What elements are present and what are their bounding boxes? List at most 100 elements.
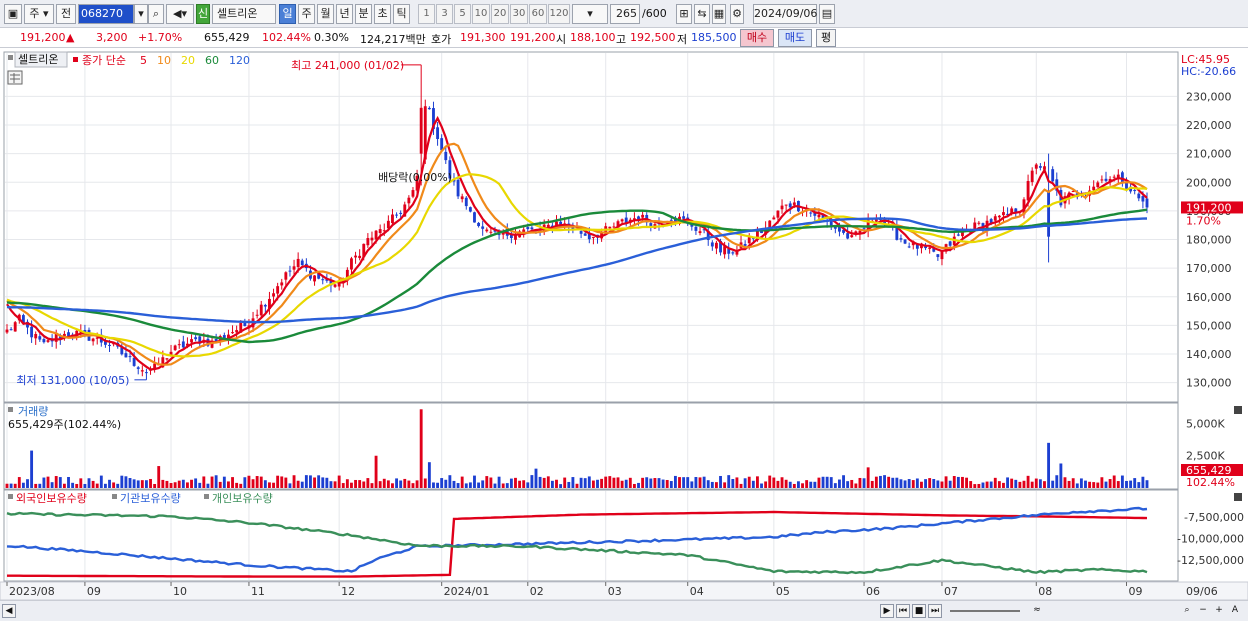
period-tab-6[interactable]: 틱 — [393, 4, 410, 24]
stop-icon[interactable]: ■ — [912, 604, 926, 618]
prev-button[interactable]: 전 — [56, 4, 76, 24]
holdings-legend-square-icon — [204, 494, 209, 499]
stock-name-field[interactable]: 셀트리온 — [212, 4, 276, 24]
volume-bar — [862, 478, 866, 488]
auto-scale-icon[interactable]: A — [1228, 604, 1242, 618]
volume-bar — [194, 478, 198, 488]
volume-bar — [518, 480, 522, 488]
period-tab-5[interactable]: 초 — [374, 4, 391, 24]
number-button-3[interactable]: 3 — [436, 4, 453, 24]
dividend-annotation: 배당락(0.00%) — [378, 171, 452, 184]
buy-button[interactable]: 매수 — [740, 29, 774, 47]
number-button-1[interactable]: 1 — [418, 4, 435, 24]
candle-body — [1112, 176, 1116, 178]
volume-bar — [210, 476, 214, 488]
chart-scrollbar[interactable]: ◀ ▶ ⏮ ■ ⏭ ≈ ⌕ − + A — [0, 600, 1248, 621]
stock-code-input[interactable]: 068270 — [78, 4, 134, 24]
candle-body — [366, 238, 370, 246]
x-tick-label: 08 — [1038, 585, 1052, 598]
date-input[interactable]: 2024/09/06 — [753, 4, 817, 24]
volume-bar — [846, 481, 850, 488]
chart-tool-icon[interactable]: ⊞ — [676, 4, 692, 24]
fast-forward-icon[interactable]: ⏭ — [928, 604, 942, 618]
volume-bar — [505, 483, 509, 488]
count-input[interactable]: 265 — [610, 4, 640, 24]
volume-bar — [538, 476, 542, 488]
volume-bar — [124, 476, 128, 488]
holdings-close-icon[interactable] — [1234, 493, 1242, 501]
volume-bar — [296, 480, 300, 488]
scroll-right-icon[interactable]: ▶ — [880, 604, 894, 618]
x-tick-label: 02 — [530, 585, 544, 598]
volume-bar — [13, 483, 17, 488]
stock-chart[interactable]: 130,000 140,000 150,000 160,000 170,000 180,0… — [0, 50, 1248, 601]
candle-body — [378, 229, 382, 234]
interval-select[interactable]: ▾ — [572, 4, 608, 24]
rewind-icon[interactable]: ⏮ — [896, 604, 910, 618]
volume-bar — [1063, 477, 1067, 488]
table-icon[interactable] — [7, 70, 23, 85]
period-tab-2[interactable]: 월 — [317, 4, 334, 24]
volume-bar — [321, 477, 325, 488]
volume-bar — [756, 476, 759, 488]
menu-icon[interactable]: ▣ — [4, 4, 22, 24]
candle-body — [1092, 186, 1096, 191]
volume-bar — [128, 478, 132, 488]
volume-bar — [542, 477, 546, 488]
save-icon[interactable]: ▦ — [712, 4, 726, 24]
market-type-select[interactable]: 주 ▾ — [24, 4, 54, 24]
candle-body — [530, 227, 534, 230]
number-button-20[interactable]: 20 — [491, 4, 509, 24]
number-button-120[interactable]: 120 — [548, 4, 570, 24]
period-tab-1[interactable]: 주 — [298, 4, 315, 24]
zoom-slider[interactable] — [950, 610, 1020, 612]
volume-bar — [829, 477, 833, 488]
number-button-60[interactable]: 60 — [529, 4, 547, 24]
volume-bar — [362, 481, 366, 488]
volume-bar — [239, 483, 243, 488]
volume-bar — [300, 481, 304, 488]
volume-bar — [1096, 482, 1100, 488]
scroll-left-icon[interactable]: ◀ — [2, 604, 16, 618]
code-dropdown-icon[interactable]: ▾ — [134, 4, 148, 24]
speaker-icon[interactable]: ◀▾ — [166, 4, 194, 24]
eval-button[interactable]: 평 — [816, 29, 836, 47]
zoom-out-icon[interactable]: − — [1196, 604, 1210, 618]
period-tab-0[interactable]: 일 — [279, 4, 296, 24]
candle-body — [846, 233, 850, 239]
period-tab-4[interactable]: 분 — [355, 4, 372, 24]
number-button-30[interactable]: 30 — [510, 4, 528, 24]
x-tick-label: 10 — [173, 585, 187, 598]
zoom-search-icon[interactable]: ⌕ — [1180, 604, 1194, 618]
number-button-5[interactable]: 5 — [454, 4, 471, 24]
search-icon[interactable]: ⌕ — [148, 4, 164, 24]
period-tab-3[interactable]: 년 — [336, 4, 353, 24]
candle-body — [108, 344, 111, 346]
compare-icon[interactable]: ⇆ — [694, 4, 710, 24]
draw-tool-icon[interactable]: ≈ — [1030, 604, 1044, 618]
volume-bar — [71, 482, 75, 488]
volume-bar — [1038, 479, 1042, 488]
candle-body — [255, 314, 259, 316]
candle-body — [136, 367, 140, 369]
candle-body — [784, 204, 788, 206]
volume-bar — [825, 476, 829, 488]
number-button-10[interactable]: 10 — [472, 4, 490, 24]
volume-bar — [440, 478, 444, 488]
open-label: 시 — [556, 33, 567, 46]
candle-body — [194, 337, 198, 340]
volume-bar — [686, 477, 690, 488]
candle-body — [263, 304, 267, 307]
volume-close-icon[interactable] — [1234, 406, 1242, 414]
sell-button[interactable]: 매도 — [778, 29, 812, 47]
hc-value: HC:-20.66 — [1181, 65, 1236, 78]
candle-body — [526, 227, 530, 230]
price-tick-label: 180,000 — [1186, 234, 1232, 247]
calendar-icon[interactable]: ▤ — [819, 4, 835, 24]
volume-bar — [965, 477, 968, 488]
candle-body — [1137, 193, 1141, 199]
candle-body — [140, 370, 144, 372]
zoom-in-icon[interactable]: + — [1212, 604, 1226, 618]
volume-bar — [637, 482, 640, 488]
settings-icon[interactable]: ⚙ — [730, 4, 744, 24]
